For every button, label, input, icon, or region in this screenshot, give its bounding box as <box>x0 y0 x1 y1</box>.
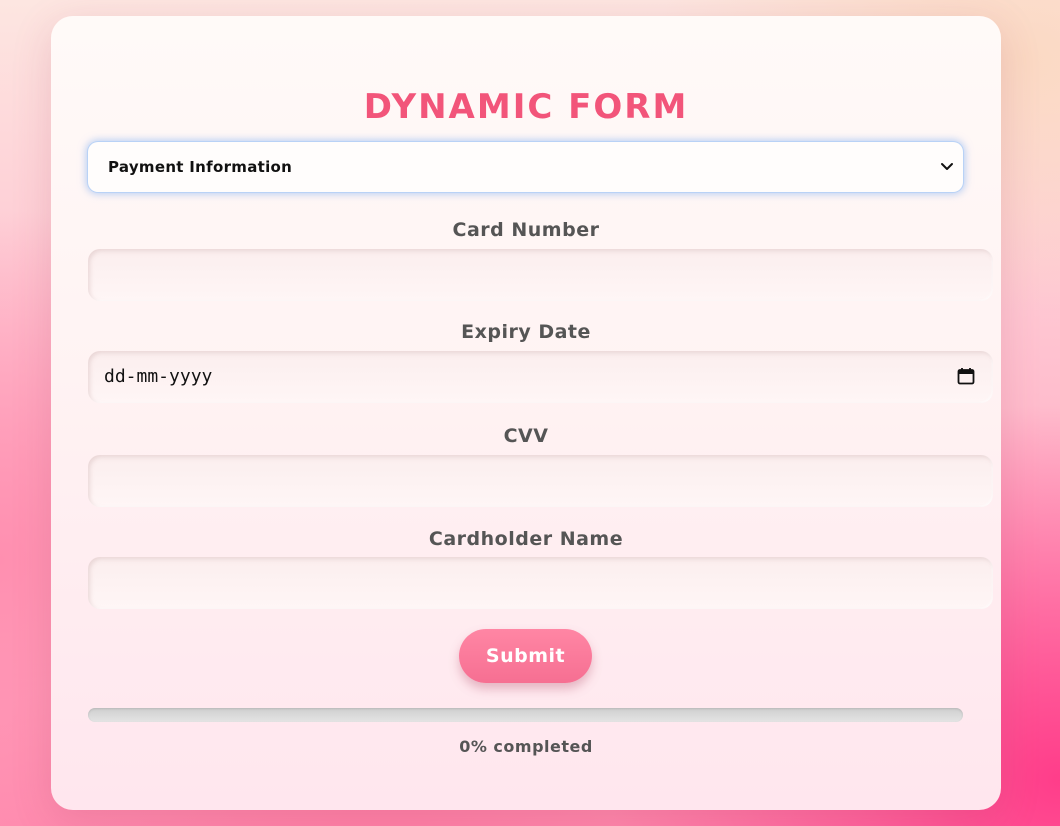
section-select-value: Payment Information <box>108 158 293 176</box>
progress-bar <box>88 708 963 722</box>
section-select[interactable]: Payment Information <box>88 142 963 192</box>
cardholder-name-label: Cardholder Name <box>428 528 624 550</box>
form-card: DYNAMIC FORM Payment Information Card Nu… <box>51 16 1001 810</box>
cvv-label: CVV <box>503 425 549 447</box>
calendar-icon[interactable] <box>957 367 975 385</box>
card-number-label: Card Number <box>452 219 600 241</box>
expiry-date-input[interactable]: dd-mm-yyyy <box>88 351 993 403</box>
cvv-input[interactable] <box>88 455 993 507</box>
expiry-date-label: Expiry Date <box>461 321 591 343</box>
expiry-date-placeholder: dd-mm-yyyy <box>104 366 213 387</box>
submit-button[interactable]: Submit <box>459 629 592 683</box>
chevron-down-icon <box>941 163 953 170</box>
form-title: DYNAMIC FORM <box>363 87 689 127</box>
cardholder-name-input[interactable] <box>88 557 993 609</box>
progress-text: 0% completed <box>459 737 593 756</box>
card-number-input[interactable] <box>88 249 993 301</box>
